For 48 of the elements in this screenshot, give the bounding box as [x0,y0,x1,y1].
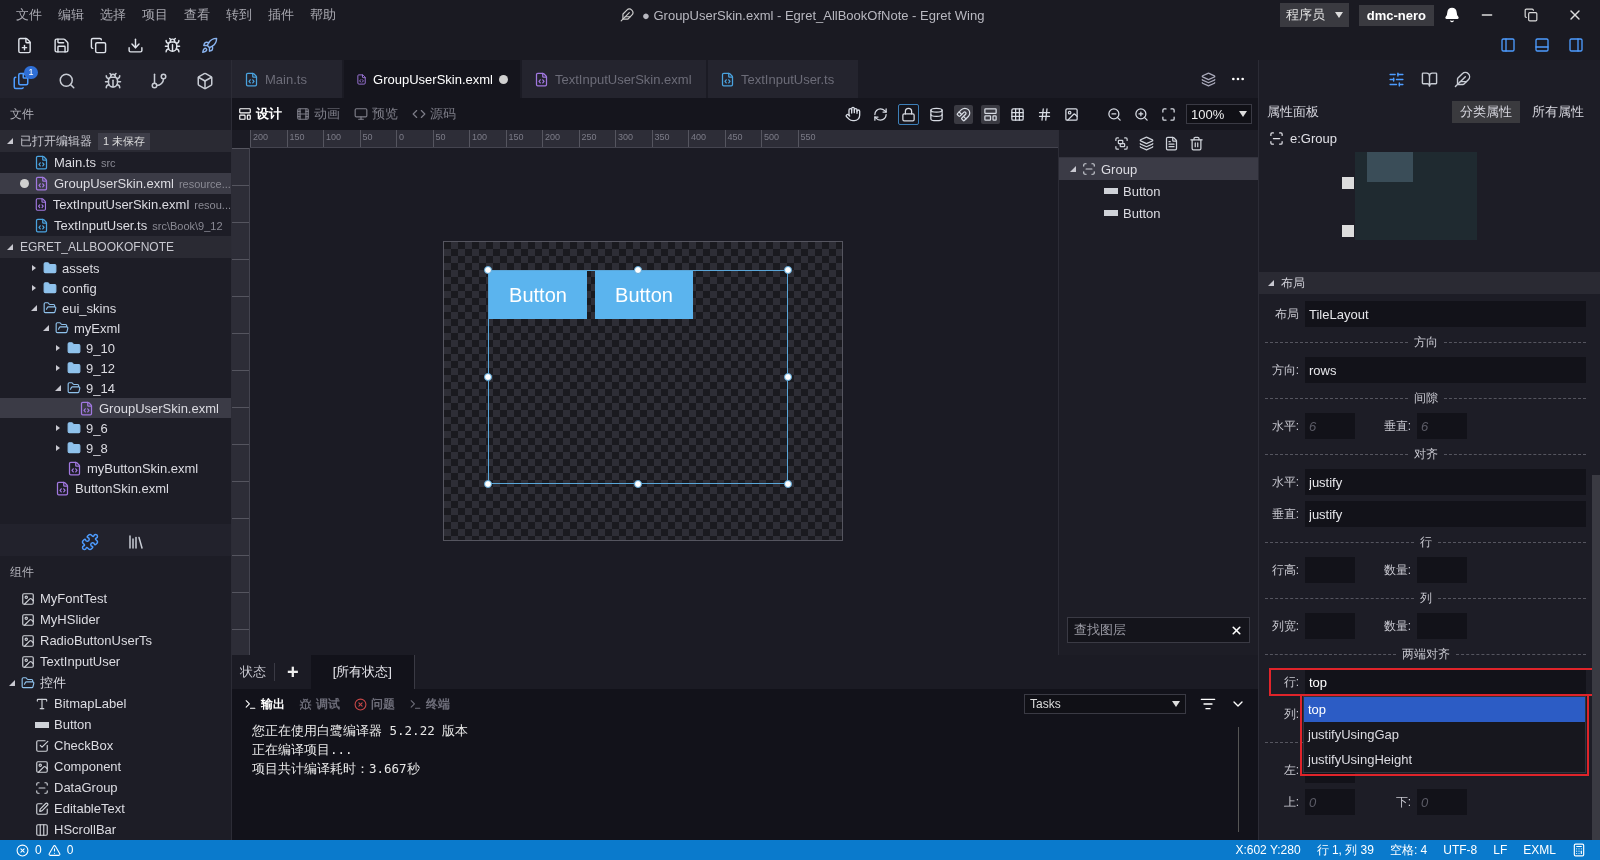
ruler-label: 50 [432,130,469,147]
unsaved-badge: 1 未保存 [98,132,151,150]
count-badge: 1 [24,66,38,79]
ruler-label: 100 [323,130,360,147]
group-label: 对齐 [1413,445,1438,463]
field-label: 列: [1282,705,1299,723]
ruler-label: 0 [396,130,433,147]
ruler-label: 400 [688,130,725,147]
ruler-label: 450 [724,130,761,147]
field-label: 列宽: [1270,617,1299,635]
pane-title: 组件 [9,563,35,581]
field-label: 布局 [1274,305,1299,323]
panel-title: 属性面板 [1267,103,1319,121]
output-line: 项目共计编译耗时：3.667秒 [252,760,421,778]
ruler-label: 350 [651,130,688,147]
group-label: 两端对齐 [1401,645,1450,663]
target-name: e:Group [1290,130,1337,146]
field-label: 下: [1394,793,1411,811]
group-label: 行 [1419,533,1432,551]
field-label: 水平: [1270,417,1299,435]
ruler-label: 200 [542,130,579,147]
field-label: 垂直: [1270,505,1299,523]
group-label: 列 [1419,589,1432,607]
group-label: 间隙 [1413,389,1438,407]
ruler-label: 300 [615,130,652,147]
pane-title: 文件 [9,105,35,123]
ruler-label: 50 [359,130,396,147]
group-label: 方向 [1413,333,1438,351]
output-line: 正在编译项目... [252,741,354,759]
field-label: 垂直: [1382,417,1411,435]
ruler-label: 100 [469,130,506,147]
output-line: 您正在使用白鹭编译器 5.2.22 版本 [252,722,470,740]
states-label: 状态 [232,663,275,681]
field-label: 行: [1282,673,1299,691]
field-label: 上: [1282,793,1299,811]
field-label: 水平: [1270,473,1299,491]
ruler-label: 150 [286,130,323,147]
ruler-label: 250 [578,130,615,147]
field-label: 数量: [1382,617,1411,635]
field-label: 左: [1282,761,1299,779]
ruler-label: 200 [250,130,287,147]
field-label: 方向: [1270,361,1299,379]
field-label: 数量: [1382,561,1411,579]
window-title: ● GroupUserSkin.exml - Egret_AllBookOfNote - Egret Wing [642,7,985,23]
ruler-label: 500 [761,130,798,147]
ruler-label: 550 [797,130,834,147]
ruler-label: 150 [505,130,542,147]
field-label: 行高: [1270,561,1299,579]
